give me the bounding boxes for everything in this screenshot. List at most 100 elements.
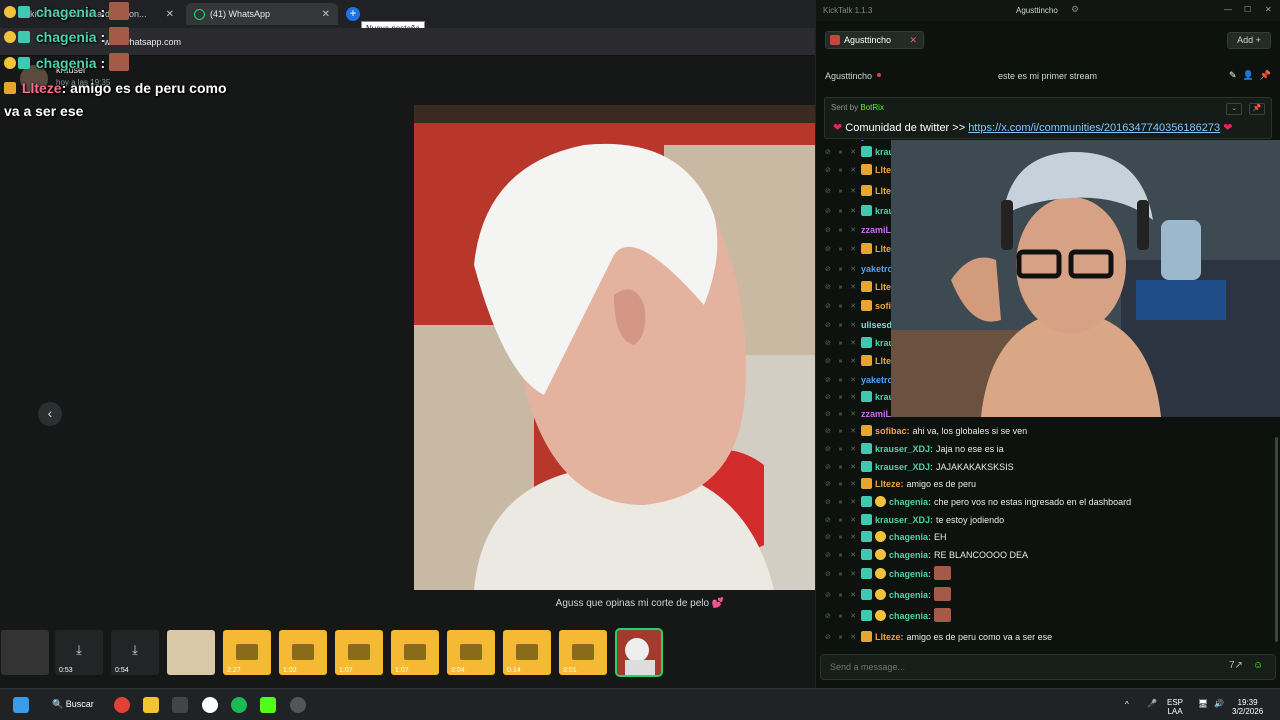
thumbnail-download[interactable]: ⤓ 0:53 [55,630,103,675]
mod-tools-icon[interactable]: ⊘ ⏸ ✕ [825,494,859,511]
chat-username[interactable]: sofibac: [875,426,910,436]
thumbnail-video[interactable]: 2:27 [223,630,271,675]
chat-username[interactable]: krauser_XDJ: [875,515,933,525]
mod-tools-icon[interactable]: ⊘ ⏸ ✕ [825,183,859,200]
chat-username[interactable]: krauser_XDJ: [875,444,933,454]
mod-tools-icon[interactable]: ⊘ ⏸ ✕ [825,529,859,546]
tab-close-icon[interactable]: ✕ [322,9,330,20]
chat-message[interactable]: ⊘ ⏸ ✕ sofibac: ahi va, los globales si se … [816,423,1280,440]
add-channel-button[interactable]: Add + [1227,32,1271,49]
chat-scrollbar[interactable] [1275,437,1278,642]
chat-message[interactable]: ⊘ ⏸ ✕ chagenia: [816,587,1280,604]
minimize-icon[interactable]: — [1224,5,1232,14]
chat-username[interactable]: zzamiL [861,409,891,419]
chat-message[interactable]: ⊘ ⏸ ✕ chagenia: RE BLANCOOOO DEA [816,547,1280,564]
mod-tools-icon[interactable]: ⊘ ⏸ ✕ [825,279,859,296]
spotify-icon[interactable] [231,697,247,713]
chat-username[interactable]: chagenia: [889,550,931,560]
logged-user[interactable]: Agusttincho [1016,6,1058,15]
chevron-up-icon[interactable]: ^ [1125,700,1129,709]
thumbnail-video[interactable]: 1:02 [279,630,327,675]
channel-tab[interactable]: Agusttincho ✕ [825,31,925,49]
tab-whatsapp[interactable]: (41) WhatsApp ✕ [186,3,338,25]
app-icon[interactable] [172,697,188,713]
previous-media-button[interactable]: ‹ [38,402,62,426]
pinned-link[interactable]: https://x.com/i/communities/201634774035… [968,122,1220,134]
mod-tools-icon[interactable]: ⊘ ⏸ ✕ [825,298,859,315]
thumbnail-video[interactable]: 3:04 [447,630,495,675]
mod-tools-icon[interactable]: ⊘ ⏸ ✕ [825,629,859,646]
thumbnail-selected[interactable] [615,628,663,677]
mod-tools-icon[interactable]: ⊘ ⏸ ✕ [825,335,859,352]
thumbnail-video[interactable]: 1:07 [335,630,383,675]
mod-tools-icon[interactable]: ⊘ ⏸ ✕ [825,222,859,239]
chat-message[interactable]: ⊘ ⏸ ✕ chagenia: EH [816,529,1280,546]
chat-message[interactable]: ⊘ ⏸ ✕ Llteze: amigo es de peru como va a s… [816,629,1280,646]
chat-username[interactable]: chagenia: [889,497,931,507]
taskbar-search[interactable]: 🔍 Buscar [52,699,94,710]
volume-icon[interactable]: 🔊 [1214,699,1224,708]
maximize-icon[interactable]: ☐ [1244,5,1251,14]
thumbnail-video[interactable]: 3:01 [559,630,607,675]
chat-username[interactable]: Llteze: [875,479,904,489]
mod-tools-icon[interactable]: ⊘ ⏸ ✕ [825,144,859,161]
chat-message[interactable]: ⊘ ⏸ ✕ krauser_XDJ: Jaja no ese es ia [816,441,1280,458]
mic-icon[interactable]: 🎤 [1147,699,1157,708]
chatgpt-icon[interactable] [202,697,218,713]
chat-username[interactable]: chagenia: [889,569,931,579]
mod-tools-icon[interactable]: ⊘ ⏸ ✕ [825,476,859,493]
tab-close-icon[interactable]: ✕ [166,9,174,20]
mod-tools-icon[interactable]: ⊘ ⏸ ✕ [825,547,859,564]
thumbnail-video[interactable]: 1:07 [391,630,439,675]
clock[interactable]: 19:39 3/2/2026 [1232,698,1263,716]
chat-message[interactable]: ⊘ ⏸ ✕ chagenia: [816,608,1280,625]
mod-tools-icon[interactable]: ⊘ ⏸ ✕ [825,317,859,334]
mod-tools-icon[interactable]: ⊘ ⏸ ✕ [825,203,859,220]
start-icon[interactable] [13,697,29,713]
language-indicator[interactable]: ESP LAA [1167,698,1183,716]
mod-tools-icon[interactable]: ⊘ ⏸ ✕ [825,406,859,423]
message-input[interactable]: Send a message... 7↗ ☺ [820,654,1276,680]
close-tab-icon[interactable]: ✕ [910,35,918,45]
mod-tools-icon[interactable]: ⊘ ⏸ ✕ [825,423,859,440]
unpin-icon[interactable]: 📌 [1249,103,1265,115]
file-explorer-icon[interactable] [143,697,159,713]
mod-tools-icon[interactable]: ⊘ ⏸ ✕ [825,587,859,604]
chat-username[interactable]: zzamiL [861,225,891,235]
chat-username[interactable]: Llteze: [875,632,904,642]
chat-message[interactable]: ⊘ ⏸ ✕ chagenia: [816,566,1280,583]
emote-picker-icon[interactable]: ☺ [1253,660,1263,671]
chat-username[interactable]: krauser_XDJ: [875,462,933,472]
kicktalk-icon[interactable] [260,697,276,713]
chat-message[interactable]: ⊘ ⏸ ✕ krauser_XDJ: JAJAKAKAKSKSIS [816,459,1280,476]
thumbnail-video[interactable]: 0:14 [503,630,551,675]
mod-tools-icon[interactable]: ⊘ ⏸ ✕ [825,459,859,476]
expand-pin-icon[interactable]: ⌄ [1226,103,1242,115]
chat-username[interactable]: chagenia: [889,611,931,621]
mod-tools-icon[interactable]: ⊘ ⏸ ✕ [825,241,859,258]
thumbnail[interactable] [1,630,49,675]
mod-tools-icon[interactable]: ⊘ ⏸ ✕ [825,162,859,179]
network-icon[interactable]: 🖥 [1198,699,1208,708]
mod-tools-icon[interactable]: ⊘ ⏸ ✕ [825,261,859,278]
chat-message[interactable]: ⊘ ⏸ ✕ chagenia: che pero vos no estas ingr… [816,494,1280,511]
app-icon[interactable] [290,697,306,713]
close-icon[interactable]: ✕ [1265,5,1272,14]
mod-tools-icon[interactable]: ⊘ ⏸ ✕ [825,608,859,625]
chat-username[interactable]: chagenia: [889,532,931,542]
chat-message[interactable]: ⊘ ⏸ ✕ Llteze: amigo es de peru [816,476,1280,493]
new-tab-button[interactable]: + [346,7,360,21]
gear-icon[interactable]: ⚙ [1071,4,1079,15]
chrome-icon[interactable] [114,697,130,713]
chat-message[interactable]: ⊘ ⏸ ✕ krauser_XDJ: te estoy jodiendo [816,512,1280,529]
mod-tools-icon[interactable]: ⊘ ⏸ ✕ [825,372,859,389]
chat-username[interactable]: chagenia: [889,590,931,600]
header-icons[interactable]: ✎👤📌 [1229,70,1277,81]
mod-tools-icon[interactable]: ⊘ ⏸ ✕ [825,353,859,370]
thumbnail-download[interactable]: ⤓ 0:54 [111,630,159,675]
mod-tools-icon[interactable]: ⊘ ⏸ ✕ [825,512,859,529]
translate-icon[interactable]: 7↗ [1229,660,1243,671]
mod-tools-icon[interactable]: ⊘ ⏸ ✕ [825,441,859,458]
mod-tools-icon[interactable]: ⊘ ⏸ ✕ [825,566,859,583]
chat-username[interactable]: ulisesd [861,320,892,330]
